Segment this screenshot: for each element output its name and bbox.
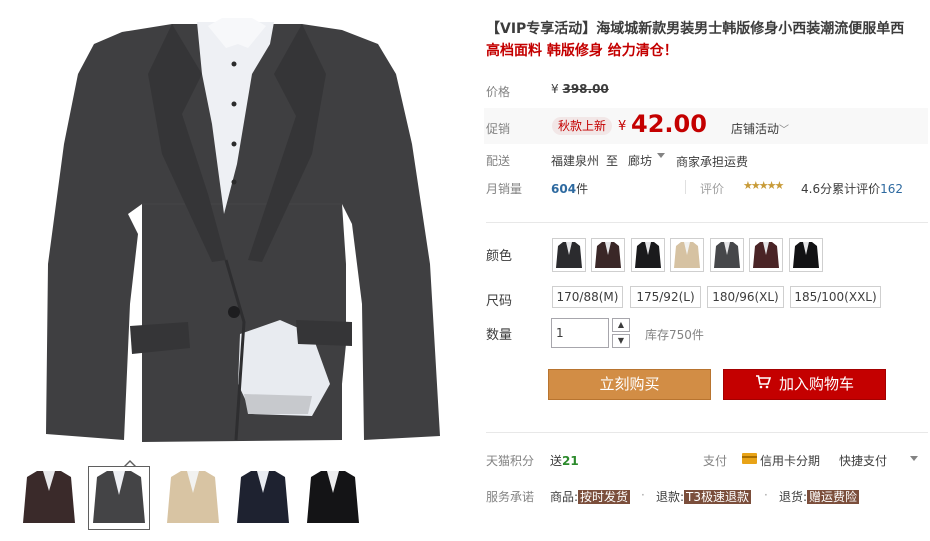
- size-option-l[interactable]: 175/92(L): [630, 286, 701, 308]
- ship-to-select[interactable]: 廊坊: [628, 152, 652, 169]
- promo-badge: 秋款上新: [552, 117, 613, 135]
- size-label: 尺码: [486, 294, 513, 309]
- main-product-image[interactable]: [12, 4, 462, 454]
- service-refund-label: 退款:: [656, 490, 685, 504]
- service-return-label: 退货:: [779, 490, 808, 504]
- product-title: 【VIP专享活动】海域城新款男装男士韩版修身小西装潮流便服单西: [486, 21, 905, 37]
- shipping-label: 配送: [486, 154, 511, 168]
- quantity-decrease-button[interactable]: ▼: [612, 334, 630, 348]
- buy-now-button[interactable]: 立刻购买: [548, 369, 711, 400]
- color-swatch-7[interactable]: [789, 238, 823, 272]
- thumbnail-5[interactable]: [302, 466, 364, 530]
- monthly-sales-label: 月销量: [486, 182, 523, 196]
- credit-installment[interactable]: 信用卡分期: [760, 452, 820, 469]
- section-divider: [486, 222, 928, 223]
- rating-summary[interactable]: 4.6分累计评价162: [801, 180, 903, 197]
- credit-card-icon: [742, 453, 757, 464]
- color-swatch-6[interactable]: [749, 238, 783, 272]
- chevron-down-icon: ﹀: [779, 125, 790, 136]
- cart-icon: [755, 370, 772, 399]
- quantity-input[interactable]: [551, 318, 609, 348]
- ship-to-label: 至: [606, 154, 619, 168]
- points-label: 天猫积分: [486, 454, 535, 468]
- service-refund[interactable]: 退款: T3极速退款: [656, 488, 752, 505]
- shipping-fee: 商家承担运费: [676, 155, 749, 169]
- thumbnail-3[interactable]: [162, 466, 224, 530]
- color-swatch-1[interactable]: [552, 238, 586, 272]
- review-count: 162: [880, 182, 904, 196]
- shipping-insurance-tag: 赠运费险: [807, 490, 860, 504]
- color-swatch-4[interactable]: [670, 238, 704, 272]
- original-price: ¥ 398.00: [551, 82, 609, 96]
- service-goods-label: 商品:: [550, 490, 579, 504]
- quick-pay[interactable]: 快捷支付: [839, 452, 887, 469]
- section-divider-2: [486, 432, 928, 433]
- original-price-value: 398.00: [562, 82, 609, 96]
- stock-count: 库存750件: [645, 328, 704, 342]
- product-subtitle: 高档面料 韩版修身 给力清仓！: [486, 43, 678, 59]
- color-label: 颜色: [486, 249, 513, 264]
- quantity-label: 数量: [486, 328, 513, 343]
- add-to-cart-button[interactable]: 加入购物车: [723, 369, 886, 400]
- monthly-sales-count: 604: [551, 182, 577, 196]
- original-currency: ¥: [551, 82, 559, 96]
- divider: [685, 180, 686, 194]
- store-activity-label: 店铺活动: [731, 122, 780, 136]
- rating-label: 评价: [700, 182, 725, 196]
- promo-price: 42.00: [631, 110, 707, 138]
- color-swatch-3[interactable]: [631, 238, 665, 272]
- star-rating-icon: ★★★★★: [743, 179, 784, 192]
- service-goods[interactable]: 商品: 按时发货: [550, 488, 631, 505]
- quantity-increase-button[interactable]: ▲: [612, 318, 630, 332]
- thumbnail-4[interactable]: [232, 466, 294, 530]
- fast-refund-tag: T3极速退款: [684, 490, 752, 504]
- service-label: 服务承诺: [486, 490, 535, 504]
- promo-currency: ¥: [618, 119, 627, 134]
- thumbnail-1[interactable]: [18, 466, 80, 530]
- points-value: 送21: [550, 452, 579, 469]
- promo-label: 促销: [486, 122, 511, 136]
- review-label: 累计评价: [832, 182, 881, 196]
- monthly-sales-unit: 件: [576, 182, 589, 196]
- rating-score: 4.6分: [801, 182, 833, 196]
- thumbnail-strip: [12, 460, 462, 536]
- separator: ·: [764, 488, 768, 502]
- on-time-delivery-tag: 按时发货: [578, 490, 631, 504]
- points-send: 送: [550, 454, 563, 468]
- size-option-m[interactable]: 170/88(M): [552, 286, 623, 308]
- caret-down-icon[interactable]: [657, 153, 665, 158]
- size-option-xl[interactable]: 180/96(XL): [707, 286, 784, 308]
- price-label: 价格: [486, 85, 511, 99]
- monthly-sales: 604件: [551, 180, 588, 197]
- store-activity-dropdown[interactable]: 店铺活动﹀: [731, 120, 789, 137]
- ship-from: 福建泉州: [551, 154, 600, 168]
- color-swatch-2[interactable]: [591, 238, 625, 272]
- thumbnail-2[interactable]: [88, 466, 150, 530]
- size-option-xxl[interactable]: 185/100(XXL): [790, 286, 881, 308]
- color-swatch-5[interactable]: [710, 238, 744, 272]
- separator: ·: [641, 488, 645, 502]
- payment-label: 支付: [703, 454, 728, 468]
- service-return[interactable]: 退货: 赠运费险: [779, 488, 860, 505]
- caret-down-icon[interactable]: [910, 456, 918, 461]
- points-number: 21: [562, 454, 579, 468]
- add-to-cart-label: 加入购物车: [778, 375, 854, 393]
